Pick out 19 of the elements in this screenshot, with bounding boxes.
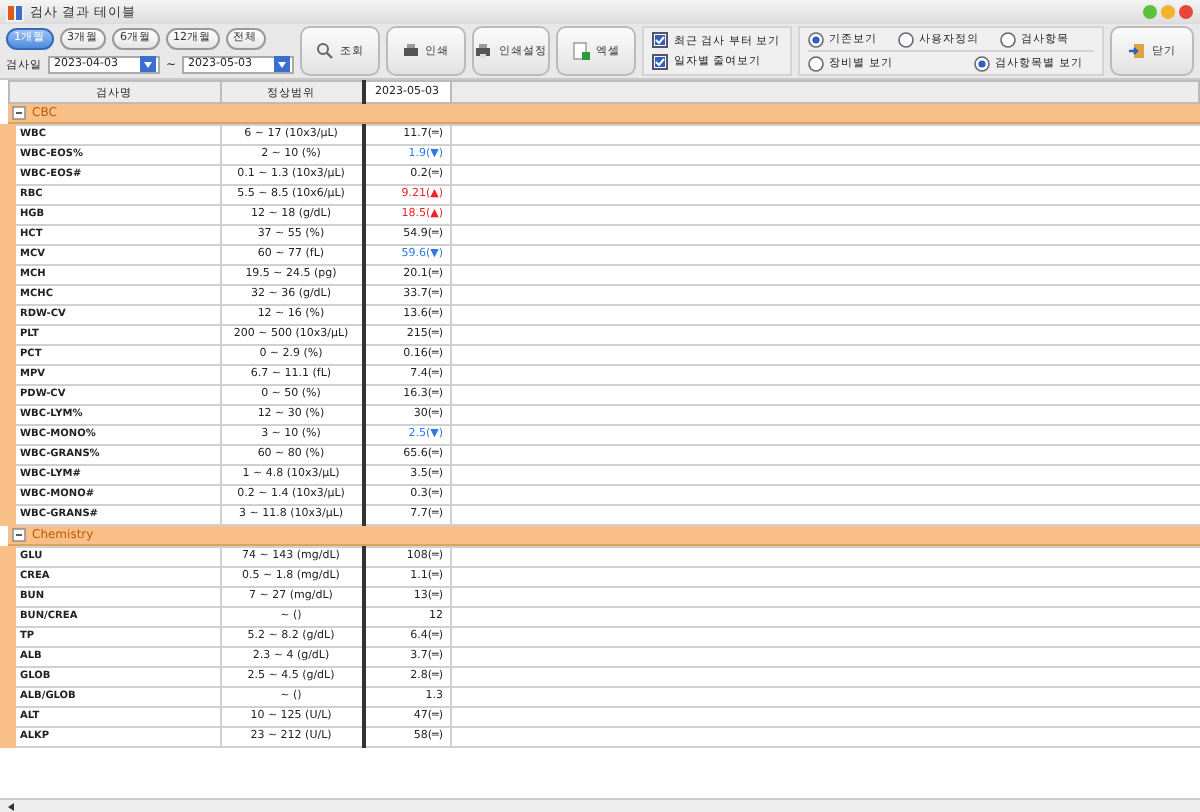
- search-icon: [315, 42, 334, 60]
- window-controls-icon: [1142, 4, 1194, 20]
- radio-selected-icon[interactable]: [973, 55, 990, 71]
- collapse-icon[interactable]: [12, 106, 26, 120]
- printer-icon: [474, 42, 493, 60]
- exit-icon: [1128, 42, 1147, 60]
- collapse-icon[interactable]: [12, 528, 26, 542]
- checkbox-checked-icon[interactable]: [651, 32, 668, 49]
- radio-icon[interactable]: [999, 31, 1016, 47]
- radio-icon[interactable]: [897, 31, 914, 47]
- scroll-left-icon: [6, 801, 16, 811]
- dropdown-icon: [274, 56, 291, 73]
- radio-icon[interactable]: [807, 55, 824, 71]
- horizontal-scrollbar[interactable]: [0, 798, 1200, 812]
- radio-selected-icon[interactable]: [807, 31, 824, 47]
- dropdown-icon: [140, 56, 156, 73]
- spreadsheet-icon: [572, 42, 591, 60]
- checkbox-checked-icon[interactable]: [651, 53, 668, 70]
- printer-icon: [401, 42, 420, 60]
